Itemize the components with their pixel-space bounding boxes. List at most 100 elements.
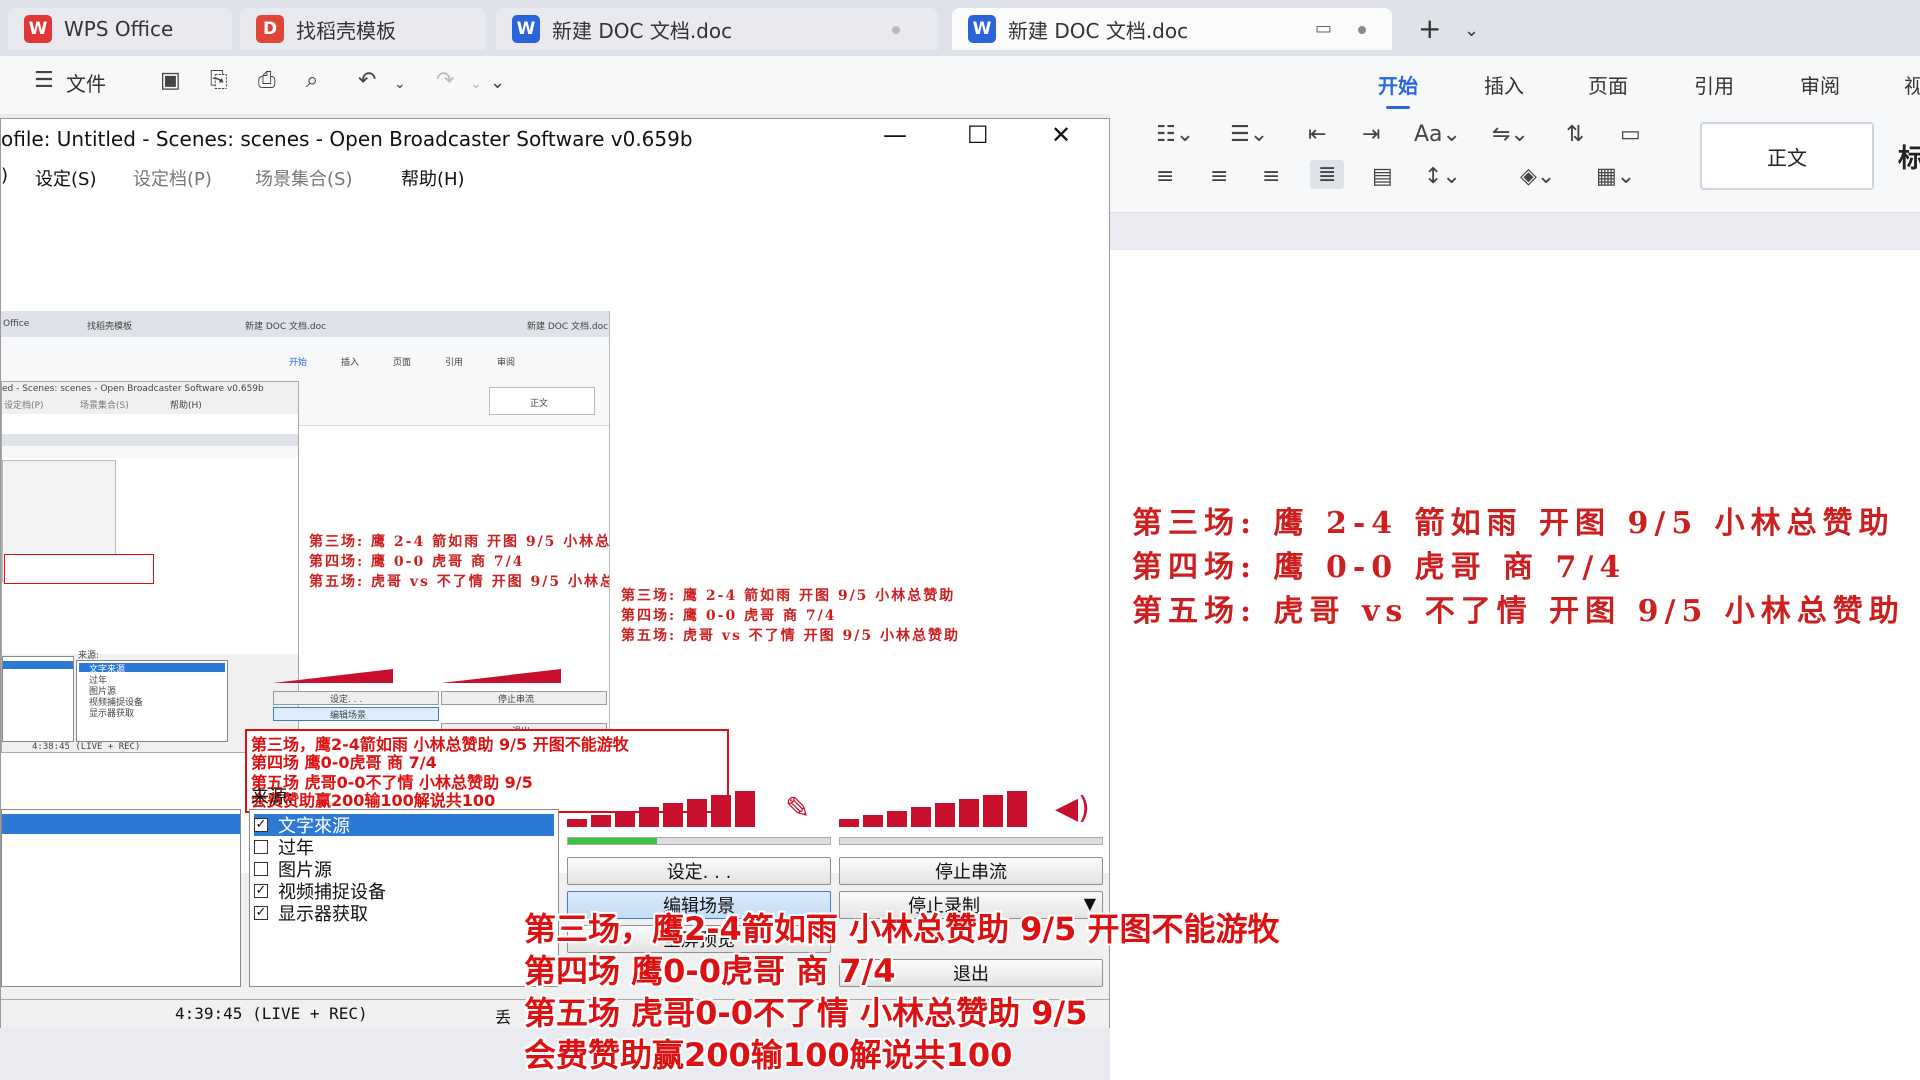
close-icon[interactable]: ✕	[1051, 121, 1071, 149]
ribbon-tab-view[interactable]: 视	[1904, 70, 1920, 99]
nested-btn-label: 设定. . .	[330, 695, 363, 705]
borders-icon[interactable]: ▦⌄	[1596, 164, 1635, 189]
nested-menu-item: 帮助(H)	[170, 401, 202, 411]
wps-quick-toolbar: ☰ 文件 ▣ ⎘ ⎙ ⌕ ↶ ⌄ ↷ ⌄ ⌄ 开始 插入 页面 引用 审阅 视	[0, 56, 1920, 114]
align-center-icon[interactable]: ≡	[1210, 164, 1228, 189]
nested-tab-label: 找稻壳模板	[87, 322, 133, 332]
menu-help[interactable]: 帮助(H)	[401, 165, 465, 191]
bullet-list-icon[interactable]: ☷⌄	[1156, 122, 1194, 147]
nested-scene-selected	[3, 661, 73, 669]
undo-dropdown-chevron-icon[interactable]: ⌄	[394, 76, 406, 92]
nested-style-box: 正文	[489, 387, 595, 415]
meter-bar	[663, 803, 683, 827]
meter-bar	[615, 811, 635, 827]
scenes-list[interactable]	[1, 809, 241, 987]
redo-icon[interactable]: ↷	[436, 68, 454, 93]
sources-list[interactable]: ✓ 文字來源 过年 图片源 ✓ 视频捕捉设备 ✓ 显示器获取	[249, 809, 559, 987]
tab-wps-office[interactable]: W WPS Office	[8, 8, 232, 50]
speaker-level-bar[interactable]	[839, 837, 1103, 845]
obs-window: ofile: Untitled - Scenes: scenes - Open …	[0, 118, 1110, 1028]
save-icon[interactable]: ▣	[160, 68, 181, 93]
menu-profiles[interactable]: 设定档(P)	[133, 165, 212, 191]
obs-menu-bar: ) 设定(S) 设定档(P) 场景集合(S) 帮助(H)	[1, 159, 1109, 193]
obs-preview[interactable]: Office 找稻壳模板 新建 DOC 文档.doc 新建 DOC 文档.doc…	[1, 193, 1109, 873]
minimize-icon[interactable]: —	[883, 121, 907, 149]
menu-scene-collection[interactable]: 场景集合(S)	[255, 165, 352, 191]
monitor-icon[interactable]: ▭	[1315, 18, 1332, 39]
more-chevron-icon[interactable]: ⌄	[490, 72, 505, 93]
nested-edit-scene-btn: 编辑场景	[273, 707, 439, 721]
maximize-icon[interactable]: ☐	[967, 121, 989, 149]
menu-edge: )	[1, 165, 9, 186]
checkbox-checked-icon[interactable]: ✓	[254, 906, 268, 920]
sort-icon[interactable]: ⇅	[1566, 122, 1584, 147]
checkbox-checked-icon[interactable]: ✓	[254, 884, 268, 898]
nested-mic-bars	[273, 669, 393, 683]
show-marks-icon[interactable]: ▭	[1620, 122, 1641, 147]
scene-item-selected[interactable]	[2, 814, 240, 834]
speaker-icon[interactable]: ◀)	[1055, 791, 1090, 826]
checkbox-unchecked-icon[interactable]	[254, 862, 268, 876]
file-menu[interactable]: 文件	[66, 68, 106, 97]
ribbon-tab-reference[interactable]: 引用	[1694, 70, 1734, 99]
align-right-icon[interactable]: ≡	[1262, 164, 1280, 189]
export-pdf-icon[interactable]: ⎘	[210, 68, 228, 93]
source-item[interactable]: 过年	[254, 836, 554, 859]
style-normal[interactable]: 正文	[1700, 122, 1874, 190]
shading-icon[interactable]: ◈⌄	[1520, 164, 1555, 189]
hamburger-menu-icon[interactable]: ☰	[34, 68, 54, 93]
meter-bar	[839, 819, 859, 827]
meter-bar	[735, 791, 755, 827]
overlay-line: 第五场 虎哥0-0不了情 小林总赞助 9/5	[524, 994, 1088, 1032]
meter-bar	[687, 799, 707, 827]
text-direction-icon[interactable]: ⇋⌄	[1492, 122, 1529, 147]
redo-dropdown-chevron-icon[interactable]: ⌄	[470, 76, 482, 92]
tab-list-chevron-icon[interactable]: ⌄	[1464, 20, 1479, 41]
nested-tab-bar: Office 找稻壳模板 新建 DOC 文档.doc 新建 DOC 文档.doc	[1, 311, 609, 337]
nested-menu-item: 设定档(P)	[4, 401, 44, 411]
stop-stream-button[interactable]: 停止串流	[839, 857, 1103, 885]
settings-button[interactable]: 设定. . .	[567, 857, 831, 885]
status-stream-time: 4:39:45 (LIVE + REC)	[175, 1004, 368, 1023]
nested-status-time: 4:38:45 (LIVE + REC)	[32, 742, 141, 752]
ribbon-tab-insert[interactable]: 插入	[1484, 70, 1524, 99]
tab-doc-2-active[interactable]: W 新建 DOC 文档.doc ▭	[952, 8, 1392, 50]
word-doc-icon: W	[968, 15, 996, 43]
line-spacing-icon[interactable]: ↕⌄	[1424, 164, 1461, 189]
distributed-align-icon[interactable]: ▤	[1372, 164, 1393, 189]
ribbon-tab-review[interactable]: 审阅	[1800, 70, 1840, 99]
tab-doc-1[interactable]: W 新建 DOC 文档.doc	[496, 8, 938, 50]
ribbon-tab-start[interactable]: 开始	[1378, 70, 1418, 109]
overlay-line: 第三场，鹰2-4箭如雨 小林总赞助 9/5 开图不能游牧	[524, 910, 1280, 948]
nested-ribbon-tab: 开始	[289, 358, 308, 368]
nested-doc-line: 第三场: 鹰 2-4 箭如雨 开图 9/5 小林总赞助	[309, 534, 610, 550]
status-dropped-frames: 丢	[495, 1008, 512, 1027]
numbered-list-icon[interactable]: ☰⌄	[1230, 122, 1268, 147]
tab-docer-templates[interactable]: D 找稻壳模板	[240, 8, 486, 50]
source-item[interactable]: ✓ 视频捕捉设备	[254, 880, 554, 903]
nested-speaker-meter	[441, 663, 571, 683]
align-justify-icon[interactable]: ≣	[1310, 160, 1345, 189]
mic-level-bar[interactable]	[567, 837, 831, 845]
meter-bar	[911, 807, 931, 827]
checkbox-checked-icon[interactable]: ✓	[254, 818, 268, 832]
checkbox-unchecked-icon[interactable]	[254, 840, 268, 854]
increase-indent-icon[interactable]: ⇥	[1362, 122, 1380, 147]
nested-ribbon-tab: 审阅	[497, 358, 516, 368]
align-left-icon[interactable]: ≡	[1156, 164, 1174, 189]
style-heading[interactable]: 标	[1898, 138, 1920, 175]
new-tab-plus-icon[interactable]: +	[1418, 12, 1441, 45]
microphone-icon[interactable]: ✎	[785, 791, 810, 826]
source-item[interactable]: 图片源	[254, 858, 554, 881]
ribbon-tab-page[interactable]: 页面	[1588, 70, 1628, 99]
undo-icon[interactable]: ↶	[358, 68, 376, 93]
menu-settings[interactable]: 设定(S)	[35, 165, 96, 191]
mic-volume-meter	[567, 791, 755, 827]
print-preview-icon[interactable]: ⌕	[306, 68, 318, 93]
print-icon[interactable]: ⎙	[258, 68, 276, 93]
source-item[interactable]: ✓ 文字來源	[254, 814, 554, 837]
source-item[interactable]: ✓ 显示器获取	[254, 902, 554, 925]
font-case-icon[interactable]: Aa⌄	[1414, 122, 1461, 147]
decrease-indent-icon[interactable]: ⇤	[1308, 122, 1326, 147]
sources-label: 来源:	[251, 787, 294, 808]
